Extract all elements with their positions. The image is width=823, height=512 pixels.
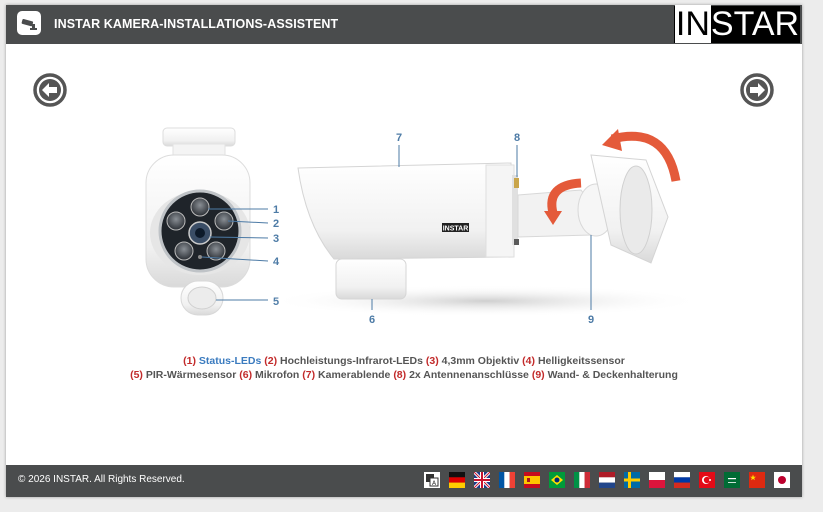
callout-9: 9 — [588, 314, 594, 326]
flag-ru-icon[interactable] — [674, 472, 690, 488]
legend-text: Wand- & Deckenhalterung — [547, 369, 678, 381]
brand-label-text: INSTAR — [443, 226, 469, 233]
callout-8: 8 — [514, 132, 520, 144]
legend-text: Mikrofon — [255, 369, 300, 381]
flag-pt-icon[interactable] — [549, 472, 565, 488]
wizard-frame: INSTAR KAMERA-INSTALLATIONS-ASSISTENT IN… — [6, 5, 802, 497]
legend-number: (8) — [393, 369, 407, 381]
flag-it-icon[interactable] — [574, 472, 590, 488]
legend-text: 2x Antennenanschlüsse — [409, 369, 529, 381]
legend-number: (5) — [130, 369, 143, 381]
flag-cn-icon[interactable] — [749, 472, 765, 488]
flag-nl-icon[interactable] — [599, 472, 615, 488]
instar-logo: INSTAR — [674, 5, 800, 43]
legend-number: (2) — [264, 355, 278, 367]
flag-se-icon[interactable] — [624, 472, 640, 488]
legend-text: 4,3mm Objektiv — [441, 355, 520, 367]
callout-4: 4 — [273, 256, 280, 268]
copyright-text: © 2026 INSTAR. All Rights Reserved. — [18, 474, 185, 485]
footer-bar: © 2026 INSTAR. All Rights Reserved. A — [6, 465, 802, 497]
camera-icon — [17, 11, 41, 35]
legend-number: (7) — [302, 369, 316, 381]
header-bar: INSTAR KAMERA-INSTALLATIONS-ASSISTENT IN… — [6, 5, 802, 44]
legend-number: (1) — [183, 355, 196, 367]
camera-diagram: 1 2 3 4 5 INSTAR — [145, 127, 706, 326]
component-legend: (1) Status-LEDs (2) Hochleistungs-Infrar… — [6, 354, 802, 382]
legend-text: Hochleistungs-Infrarot-LEDs — [280, 355, 423, 367]
legend-number: (6) — [239, 369, 253, 381]
legend-text: PIR-Wärmesensor — [145, 369, 237, 381]
flag-jp-icon[interactable] — [774, 472, 790, 488]
page-title: INSTAR KAMERA-INSTALLATIONS-ASSISTENT — [54, 17, 339, 31]
translate-icon[interactable]: A — [424, 472, 440, 488]
flag-pl-icon[interactable] — [649, 472, 665, 488]
flag-tr-icon[interactable] — [699, 472, 715, 488]
callout-2: 2 — [273, 218, 279, 230]
legend-line-2: (5) PIR-Wärmesensor (6) Mikrofon (7) Kam… — [6, 368, 802, 382]
legend-line-1: (1) Status-LEDs (2) Hochleistungs-Infrar… — [6, 354, 802, 368]
legend-text: Status-LEDs — [198, 355, 262, 367]
previous-button[interactable] — [33, 73, 67, 107]
legend-text: Helligkeitssensor — [537, 355, 625, 367]
flag-fr-icon[interactable] — [499, 472, 515, 488]
flag-es-icon[interactable] — [524, 472, 540, 488]
callout-1: 1 — [273, 204, 279, 216]
flag-de-icon[interactable] — [449, 472, 465, 488]
flag-uk-icon[interactable] — [474, 472, 490, 488]
arrow-left-circle-icon — [33, 73, 67, 107]
callout-7: 7 — [396, 132, 402, 144]
next-button[interactable] — [740, 73, 774, 107]
callout-3: 3 — [273, 233, 279, 245]
callout-6: 6 — [369, 314, 375, 326]
camera-side-view: INSTAR — [297, 129, 681, 300]
flag-sa-icon[interactable] — [724, 472, 740, 488]
arrow-right-circle-icon — [740, 73, 774, 107]
logo-highlight: IN — [674, 5, 711, 43]
logo-rest: STAR — [710, 5, 800, 43]
legend-number: (9) — [531, 369, 545, 381]
legend-number: (4) — [522, 355, 536, 367]
floor-shadow — [266, 285, 706, 317]
legend-number: (3) — [425, 355, 439, 367]
legend-text: Kamerablende — [318, 369, 391, 381]
